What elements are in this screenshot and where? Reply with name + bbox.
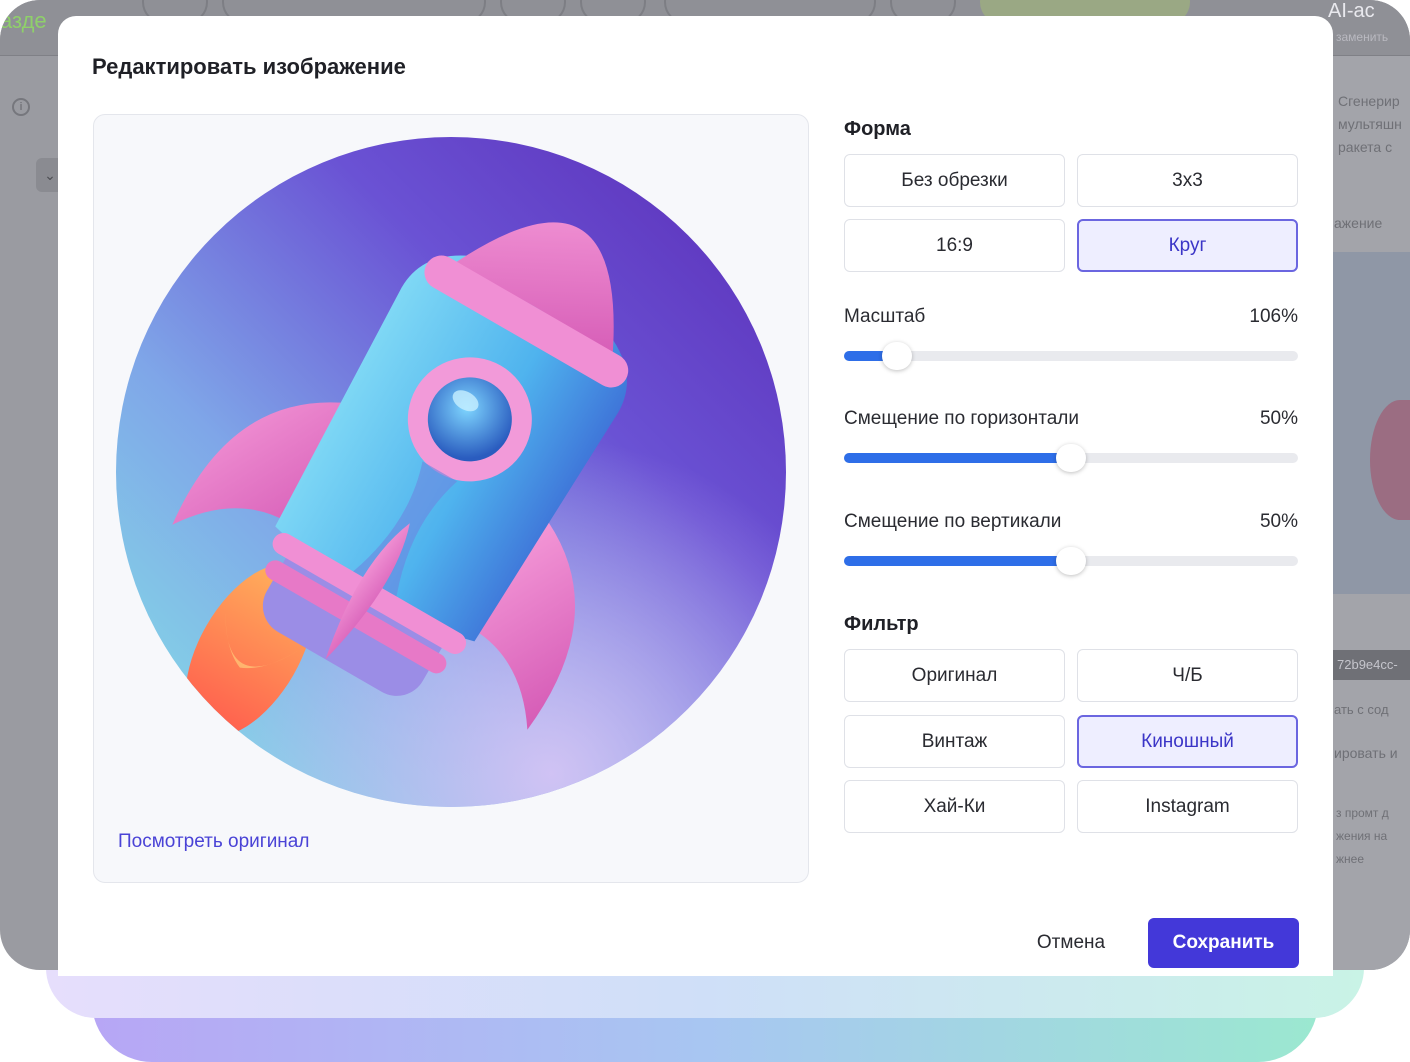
- shape-option-circle[interactable]: Круг: [1077, 219, 1298, 272]
- cancel-button[interactable]: Отмена: [1018, 918, 1124, 968]
- app-right-line: Сгенерир: [1338, 93, 1400, 109]
- scale-value: 106%: [1249, 306, 1298, 327]
- app-right-line: з промт д: [1336, 806, 1389, 820]
- offset-x-value: 50%: [1259, 408, 1298, 429]
- filter-section-title: Фильтр: [844, 613, 919, 635]
- shape-option-no-crop[interactable]: Без обрезки: [844, 154, 1065, 207]
- app-title: AI-ас: [1328, 0, 1375, 22]
- shape-section-title: Форма: [844, 118, 911, 140]
- filter-option-instagram[interactable]: Instagram: [1077, 780, 1298, 833]
- filter-option-bw[interactable]: Ч/Б: [1077, 649, 1298, 702]
- scale-slider[interactable]: [844, 342, 1298, 370]
- edit-image-dialog: Редактировать изображение Посмотреть ори…: [58, 16, 1333, 976]
- scale-label: Масштаб: [844, 306, 926, 327]
- view-original-link[interactable]: Посмотреть оригинал: [118, 831, 309, 853]
- filter-option-vintage[interactable]: Винтаж: [844, 715, 1065, 768]
- app-right-line: жнее: [1336, 852, 1365, 866]
- app-logo-text: азде: [0, 8, 47, 33]
- offset-y-value: 50%: [1259, 511, 1298, 532]
- offset-x-slider-thumb[interactable]: [1056, 444, 1086, 472]
- rocket-preview-image: [116, 137, 786, 807]
- app-right-line: ракета с: [1338, 139, 1393, 155]
- offset-y-label: Смещение по вертикали: [844, 511, 1062, 532]
- offset-y-slider[interactable]: [844, 547, 1298, 575]
- shape-option-3x3[interactable]: 3х3: [1077, 154, 1298, 207]
- shape-option-16-9[interactable]: 16:9: [844, 219, 1065, 272]
- info-icon[interactable]: i: [12, 98, 30, 116]
- offset-x-label: Смещение по горизонтали: [844, 408, 1079, 429]
- filter-option-high-key[interactable]: Хай-Ки: [844, 780, 1065, 833]
- app-right-line: жения на: [1336, 829, 1388, 843]
- offset-y-slider-fill: [844, 556, 1071, 566]
- save-button[interactable]: Сохранить: [1148, 918, 1299, 968]
- filter-option-original[interactable]: Оригинал: [844, 649, 1065, 702]
- dialog-title: Редактировать изображение: [92, 54, 406, 79]
- app-right-line: ировать и: [1334, 745, 1398, 761]
- filter-option-cinematic[interactable]: Киношный: [1077, 715, 1298, 768]
- image-preview-card: Посмотреть оригинал: [93, 114, 809, 883]
- offset-x-slider[interactable]: [844, 444, 1298, 472]
- app-right-line: мультяшн: [1338, 116, 1402, 132]
- scale-slider-thumb[interactable]: [882, 342, 913, 370]
- app-subtitle[interactable]: заменить: [1336, 30, 1388, 44]
- app-hash-badge: 72b9e4cc-: [1333, 650, 1410, 680]
- offset-x-slider-fill: [844, 453, 1071, 463]
- offset-y-slider-thumb[interactable]: [1056, 547, 1086, 575]
- app-right-label: ажение: [1334, 215, 1383, 231]
- app-right-line: ать с сод: [1334, 702, 1389, 717]
